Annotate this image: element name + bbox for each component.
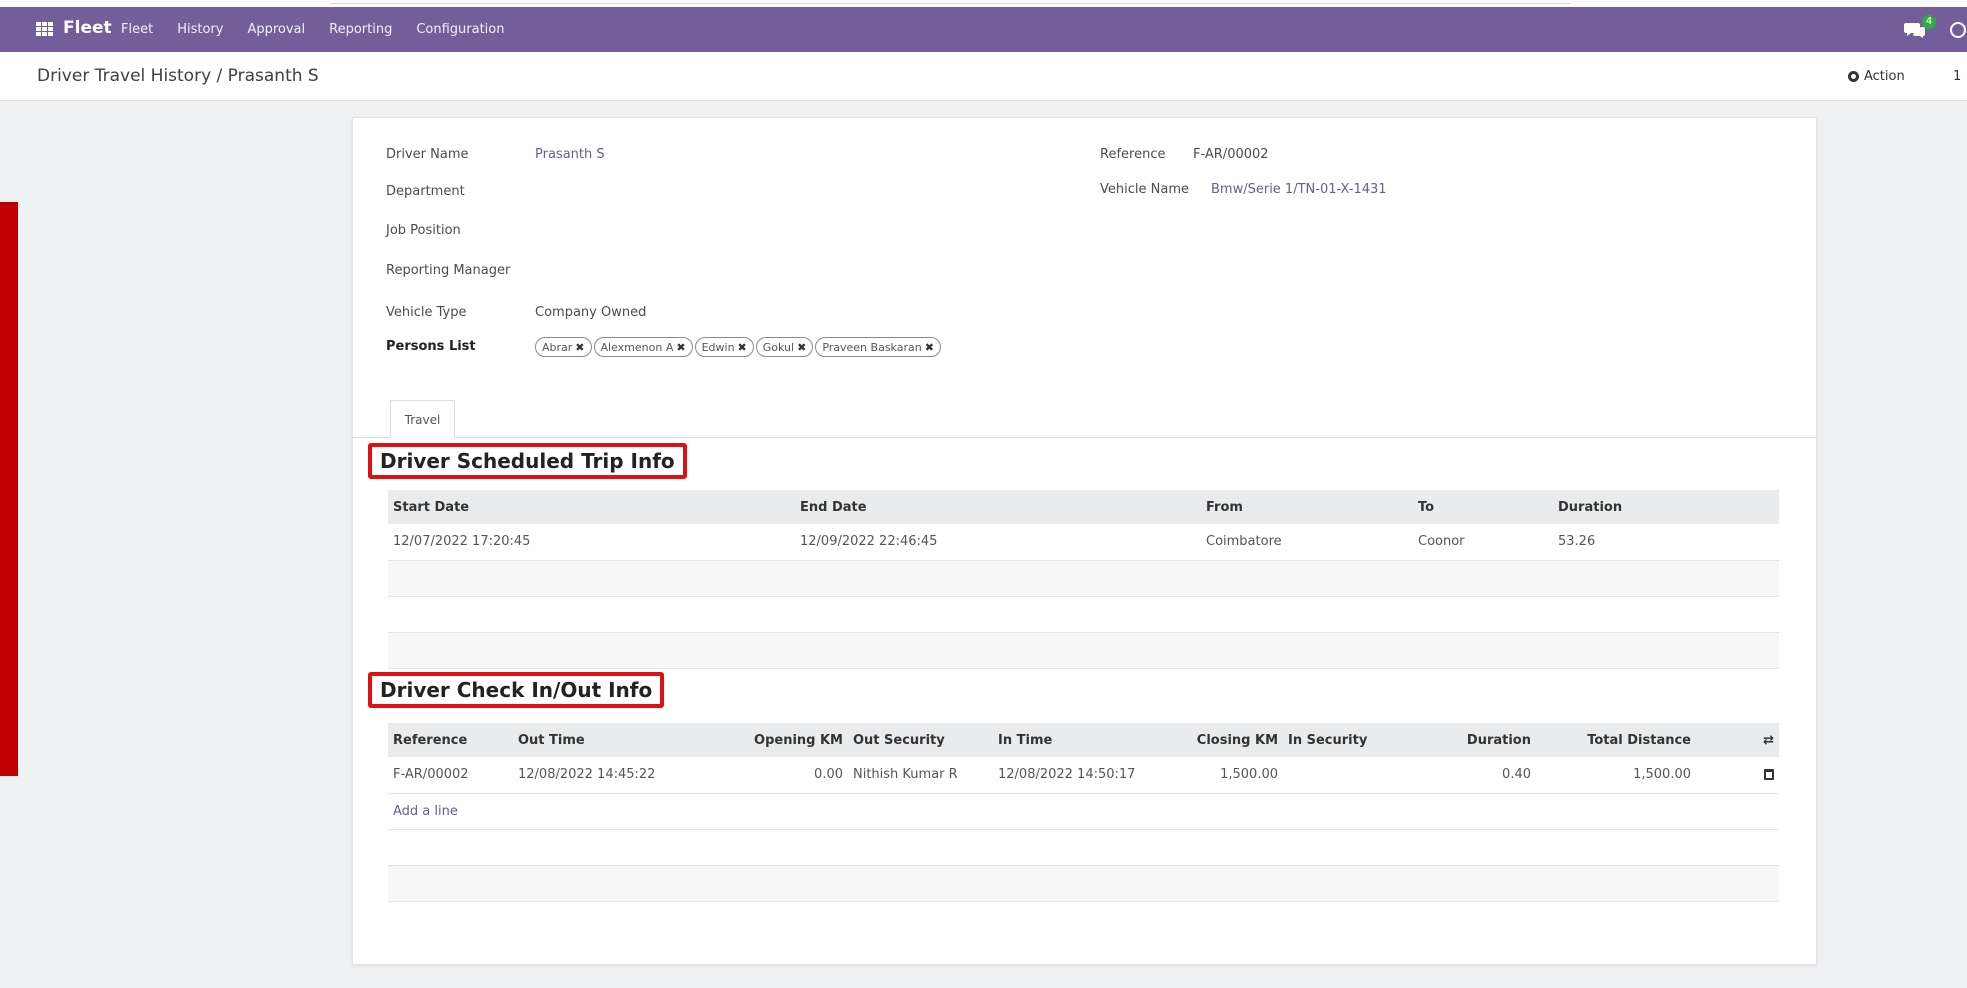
- tab-travel[interactable]: Travel: [390, 400, 455, 438]
- menu-item-configuration[interactable]: Configuration: [416, 22, 504, 37]
- col-duration[interactable]: Duration: [1418, 723, 1536, 757]
- vehicle-name-label: Vehicle Name: [1100, 182, 1189, 197]
- remove-tag-icon[interactable]: ✖: [738, 341, 747, 354]
- apps-menu-icon[interactable]: [36, 22, 53, 37]
- department-label: Department: [386, 184, 465, 199]
- empty-row: [388, 632, 1779, 669]
- activity-clock-icon[interactable]: [1950, 22, 1966, 38]
- empty-row: [388, 560, 1779, 597]
- empty-row: [388, 829, 1779, 866]
- person-tag[interactable]: Abrar ✖: [535, 337, 592, 357]
- action-button[interactable]: Action: [1848, 69, 1905, 84]
- vehicle-type-label: Vehicle Type: [386, 305, 467, 320]
- main-navbar: Fleet Fleet History Approval Reporting C…: [0, 7, 1967, 52]
- cell-total-distance: 1,500.00: [1536, 757, 1696, 794]
- scrollbar-track: [330, 3, 1570, 4]
- top-menu: Fleet History Approval Reporting Configu…: [121, 22, 529, 37]
- tabs-divider: [352, 437, 1817, 438]
- checkinout-info-title: Driver Check In/Out Info: [368, 672, 665, 708]
- col-start-date[interactable]: Start Date: [388, 490, 795, 524]
- cell-in-security: [1283, 757, 1418, 794]
- person-tag[interactable]: Edwin ✖: [694, 337, 754, 357]
- driver-name-label: Driver Name: [386, 147, 469, 162]
- col-out-security[interactable]: Out Security: [848, 723, 993, 757]
- empty-row: [388, 596, 1779, 633]
- checkinout-table: Reference Out Time Opening KM Out Securi…: [388, 723, 1779, 902]
- col-in-security[interactable]: In Security: [1283, 723, 1418, 757]
- cell-delete: [1696, 757, 1779, 794]
- menu-item-approval[interactable]: Approval: [247, 22, 305, 37]
- swap-columns-icon[interactable]: ⇄: [1763, 733, 1774, 748]
- col-reference[interactable]: Reference: [388, 723, 513, 757]
- cell-from: Coimbatore: [1201, 524, 1413, 561]
- cell-end-date: 12/09/2022 22:46:45: [795, 524, 1201, 561]
- add-line-link[interactable]: Add a line: [393, 804, 458, 819]
- cell-opening-km: 0.00: [713, 757, 848, 794]
- side-highlight-bar: [0, 202, 18, 776]
- persons-tags: Abrar ✖ Alexmenon A ✖ Edwin ✖ Gokul ✖ Pravee…: [535, 337, 941, 357]
- cell-reference: F-AR/00002: [388, 757, 513, 794]
- reference-value: F-AR/00002: [1193, 147, 1269, 162]
- gear-icon: [1848, 71, 1859, 82]
- chat-count-badge: 4: [1922, 15, 1936, 29]
- pager-value[interactable]: 1: [1953, 69, 1961, 84]
- reference-label: Reference: [1100, 147, 1166, 162]
- add-line-row: Add a line: [388, 793, 1779, 830]
- col-total-distance[interactable]: Total Distance: [1536, 723, 1696, 757]
- col-from[interactable]: From: [1201, 490, 1413, 524]
- control-panel: Driver Travel History / Prasanth S Actio…: [0, 52, 1967, 101]
- cell-start-date: 12/07/2022 17:20:45: [388, 524, 795, 561]
- cell-out-time: 12/08/2022 14:45:22: [513, 757, 713, 794]
- trash-icon[interactable]: [1764, 769, 1774, 781]
- table-row[interactable]: 12/07/2022 17:20:45 12/09/2022 22:46:45 …: [388, 524, 1779, 561]
- cell-duration: 0.40: [1418, 757, 1536, 794]
- person-tag[interactable]: Gokul ✖: [755, 337, 814, 357]
- remove-tag-icon[interactable]: ✖: [575, 341, 584, 354]
- remove-tag-icon[interactable]: ✖: [676, 341, 685, 354]
- cell-closing-km: 1,500.00: [1148, 757, 1283, 794]
- person-tag[interactable]: Alexmenon A ✖: [593, 337, 693, 357]
- col-end-date[interactable]: End Date: [795, 490, 1201, 524]
- cell-duration: 53.26: [1553, 524, 1779, 561]
- persons-list-label: Persons List: [386, 339, 476, 354]
- table-row[interactable]: F-AR/00002 12/08/2022 14:45:22 0.00 Nith…: [388, 757, 1779, 794]
- reporting-manager-label: Reporting Manager: [386, 263, 511, 278]
- table-header-row: Reference Out Time Opening KM Out Securi…: [388, 723, 1779, 757]
- table-header-row: Start Date End Date From To Duration: [388, 490, 1779, 524]
- trip-table: Start Date End Date From To Duration 12/…: [388, 490, 1779, 669]
- col-in-time[interactable]: In Time: [993, 723, 1148, 757]
- col-duration[interactable]: Duration: [1553, 490, 1779, 524]
- col-closing-km[interactable]: Closing KM: [1148, 723, 1283, 757]
- col-out-time[interactable]: Out Time: [513, 723, 713, 757]
- cell-in-time: 12/08/2022 14:50:17: [993, 757, 1148, 794]
- trip-info-title: Driver Scheduled Trip Info: [368, 443, 687, 479]
- vehicle-name-value[interactable]: Bmw/Serie 1/TN-01-X-1431: [1211, 182, 1387, 197]
- cell-out-security: Nithish Kumar R: [848, 757, 993, 794]
- breadcrumb[interactable]: Driver Travel History / Prasanth S: [37, 66, 319, 86]
- app-brand[interactable]: Fleet: [63, 18, 112, 38]
- vehicle-type-value[interactable]: Company Owned: [535, 305, 646, 320]
- menu-item-history[interactable]: History: [177, 22, 223, 37]
- driver-name-value[interactable]: Prasanth S: [535, 147, 605, 162]
- col-to[interactable]: To: [1413, 490, 1553, 524]
- menu-item-fleet[interactable]: Fleet: [121, 22, 153, 37]
- menu-item-reporting[interactable]: Reporting: [329, 22, 392, 37]
- cell-to: Coonor: [1413, 524, 1553, 561]
- remove-tag-icon[interactable]: ✖: [797, 341, 806, 354]
- remove-tag-icon[interactable]: ✖: [925, 341, 934, 354]
- action-label: Action: [1864, 69, 1905, 84]
- col-opening-km[interactable]: Opening KM: [713, 723, 848, 757]
- person-tag[interactable]: Praveen Baskaran ✖: [815, 337, 941, 357]
- browser-top-strip: [0, 0, 1967, 7]
- empty-row: [388, 865, 1779, 902]
- col-optional-toggle[interactable]: ⇄: [1696, 723, 1779, 757]
- job-position-label: Job Position: [386, 223, 461, 238]
